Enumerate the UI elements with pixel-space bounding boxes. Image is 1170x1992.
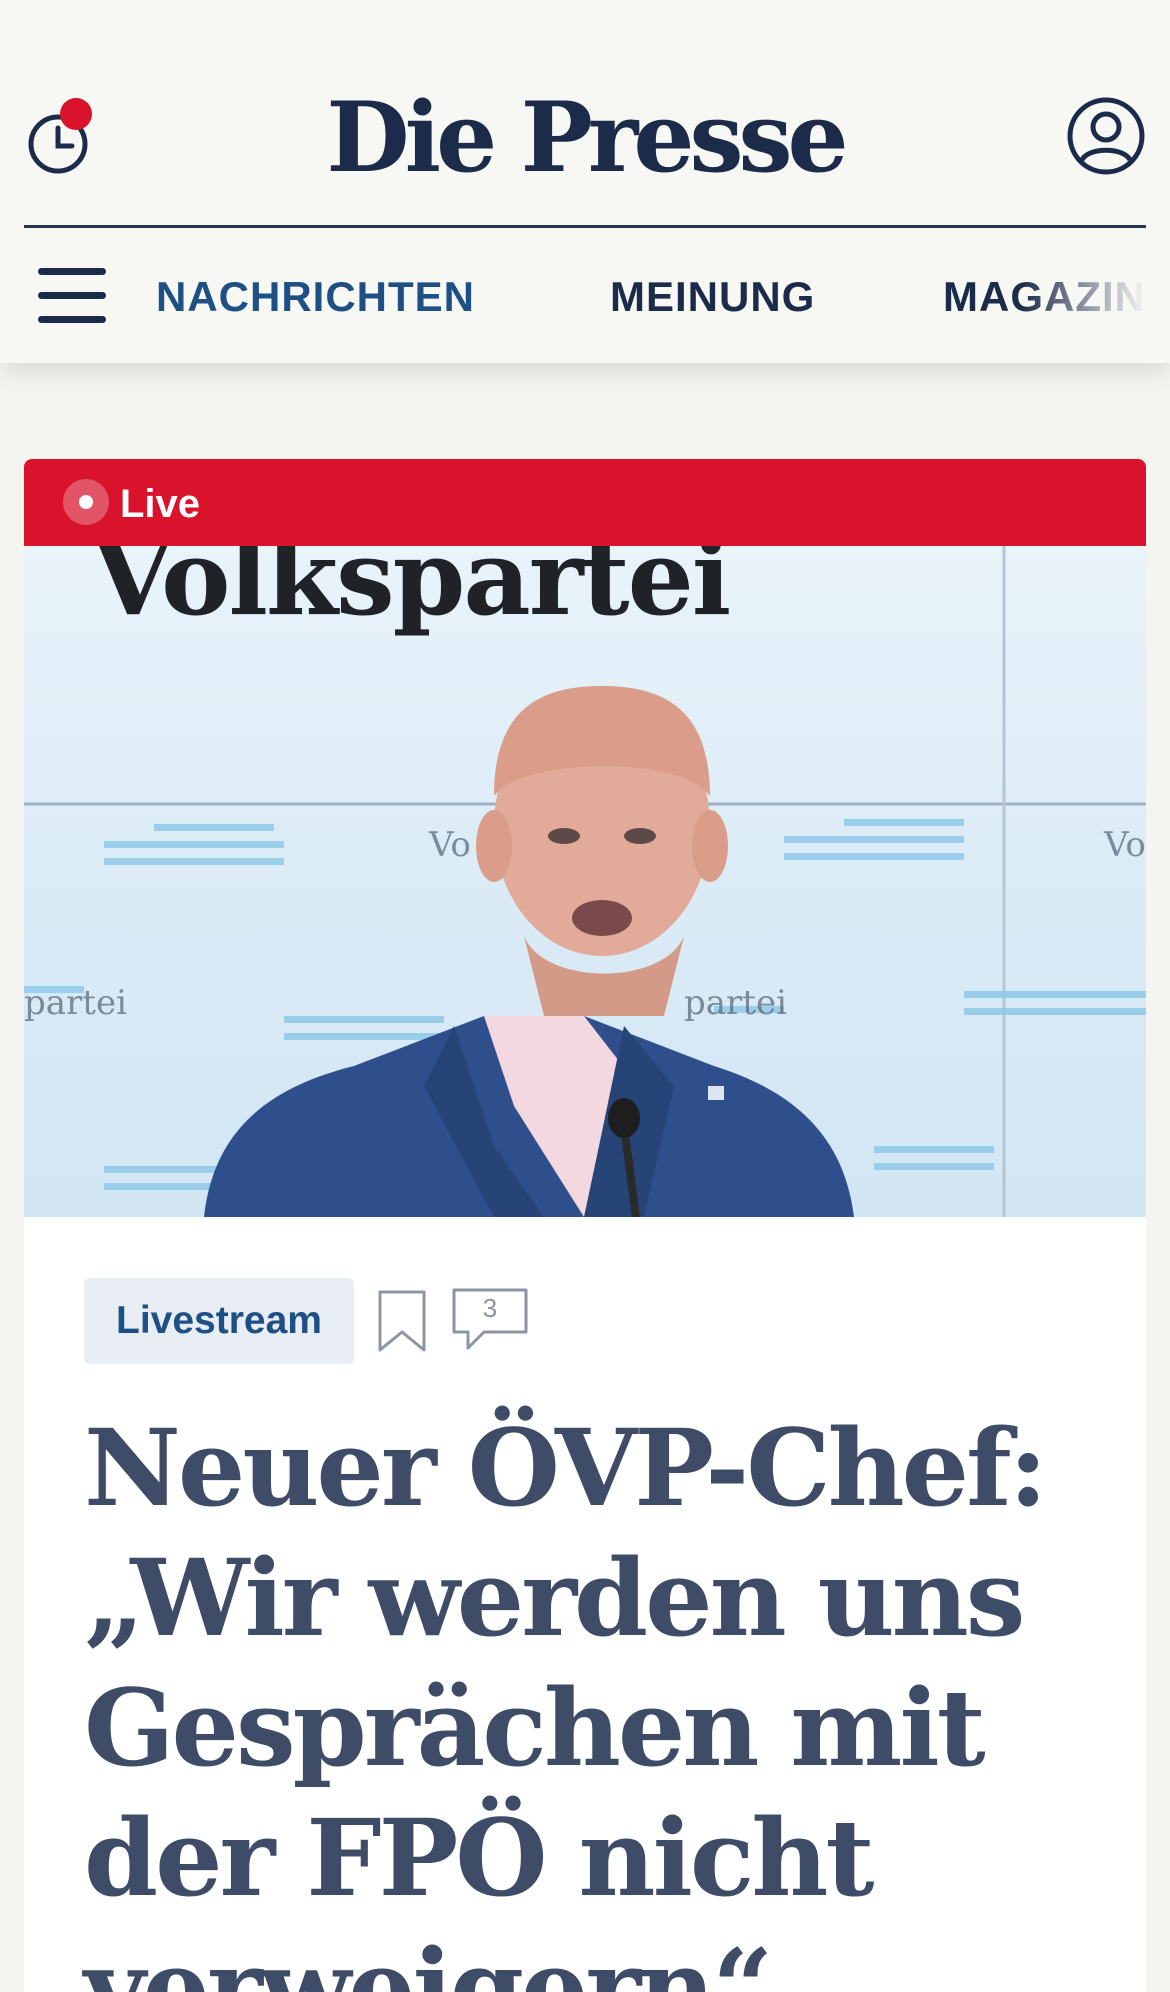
livestream-tag[interactable]: Livestream (84, 1278, 354, 1364)
svg-text:partei: partei (24, 983, 127, 1023)
nav-item-nachrichten[interactable]: NACHRICHTEN (156, 272, 475, 322)
nav-overflow-fade (1020, 228, 1170, 363)
comment-count: 3 (482, 1293, 498, 1323)
nav-item-meinung[interactable]: MEINUNG (610, 272, 815, 322)
hero-photo: Vo Vo partei partei Volkspartei (24, 546, 1146, 1217)
live-dot-icon (63, 479, 109, 525)
comment-button[interactable]: 3 (450, 1286, 530, 1352)
section-nav: NACHRICHTEN MEINUNG MAGAZIN (0, 228, 1170, 363)
svg-text:Vo: Vo (1103, 825, 1146, 865)
svg-text:Vo: Vo (428, 825, 471, 865)
article-headline[interactable]: Neuer ÖVP-Chef: „Wir werden uns Gespräch… (84, 1403, 1084, 1992)
hamburger-menu-icon[interactable] (38, 268, 106, 324)
live-label: Live (120, 482, 201, 526)
user-account-icon (1067, 97, 1145, 175)
site-logo[interactable]: Die Presse (0, 78, 1170, 198)
bookmark-icon[interactable] (376, 1288, 428, 1354)
svg-text:partei: partei (684, 983, 787, 1023)
image-text: Volkspartei (91, 546, 729, 639)
article-image[interactable]: Vo Vo partei partei Volkspartei (24, 546, 1146, 1217)
article-card[interactable]: Live Vo Vo partei partei Volkspartei Liv… (24, 459, 1146, 1992)
site-header: Die Presse NACHRICHTEN MEINUNG MAGAZIN (0, 0, 1170, 363)
account-button[interactable] (1066, 96, 1146, 176)
live-banner: Live (24, 459, 1146, 546)
